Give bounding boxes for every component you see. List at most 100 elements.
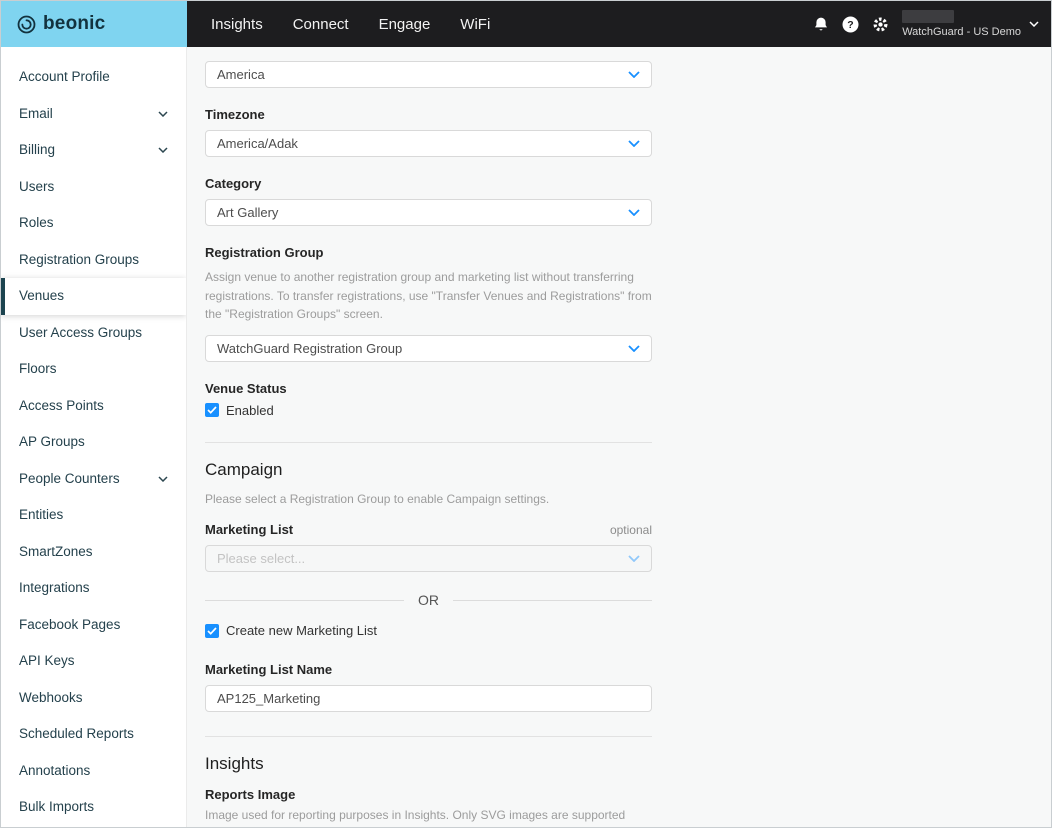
- notifications-bell-icon[interactable]: [812, 16, 829, 33]
- redacted-org-name: [902, 10, 954, 23]
- sidebar-item-entities[interactable]: Entities: [1, 497, 186, 534]
- chevron-down-icon: [628, 555, 640, 562]
- settings-gear-icon[interactable]: [872, 16, 889, 33]
- timezone-select-value: America/Adak: [217, 136, 298, 151]
- chevron-down-icon: [628, 209, 640, 216]
- chevron-down-icon: [158, 476, 168, 482]
- account-menu[interactable]: WatchGuard - US Demo: [902, 10, 1039, 38]
- sidebar-item-label: SmartZones: [19, 544, 93, 561]
- marketing-list-label-row: Marketing List optional: [205, 522, 652, 537]
- sidebar-item-user-access-groups[interactable]: User Access Groups: [1, 315, 186, 352]
- account-chevron-down-icon: [1029, 21, 1039, 27]
- settings-sidebar: Account Profile Email Billing Users Roles Reg…: [1, 47, 187, 827]
- sidebar-item-label: Facebook Pages: [19, 617, 120, 634]
- sidebar-item-annotations[interactable]: Annotations: [1, 753, 186, 790]
- page-body: Account Profile Email Billing Users Roles Reg…: [1, 47, 1051, 827]
- category-select[interactable]: Art Gallery: [205, 199, 652, 226]
- nav-engage[interactable]: Engage: [379, 16, 431, 33]
- sidebar-item-api-keys[interactable]: API Keys: [1, 643, 186, 680]
- topbar: beonic Insights Connect Engage WiFi ? Watch…: [1, 1, 1051, 47]
- checkbox-checked-icon: [205, 403, 219, 417]
- sidebar-item-smartzones[interactable]: SmartZones: [1, 534, 186, 571]
- sidebar-item-access-points[interactable]: Access Points: [1, 388, 186, 425]
- brand-logo[interactable]: beonic: [1, 1, 187, 47]
- chevron-down-icon: [158, 111, 168, 117]
- category-label: Category: [205, 176, 652, 191]
- nav-insights[interactable]: Insights: [211, 16, 263, 33]
- campaign-heading: Campaign: [205, 460, 652, 480]
- chevron-down-icon: [158, 147, 168, 153]
- section-divider: [205, 442, 652, 443]
- sidebar-item-facebook-pages[interactable]: Facebook Pages: [1, 607, 186, 644]
- reports-image-label: Reports Image: [205, 787, 652, 802]
- chevron-down-icon: [628, 140, 640, 147]
- sidebar-item-label: People Counters: [19, 471, 120, 488]
- or-divider: OR: [205, 592, 652, 608]
- region-select-value: America: [217, 67, 265, 82]
- sidebar-item-label: Webhooks: [19, 690, 83, 707]
- timezone-select[interactable]: America/Adak: [205, 130, 652, 157]
- sidebar-item-email[interactable]: Email: [1, 96, 186, 133]
- nav-connect[interactable]: Connect: [293, 16, 349, 33]
- venue-status-checkbox[interactable]: Enabled: [205, 403, 652, 418]
- timezone-label: Timezone: [205, 107, 652, 122]
- svg-text:?: ?: [847, 19, 853, 31]
- sidebar-item-label: API Keys: [19, 653, 75, 670]
- sidebar-item-registration-groups[interactable]: Registration Groups: [1, 242, 186, 279]
- marketing-list-placeholder: Please select...: [217, 551, 305, 566]
- sidebar-item-label: Users: [19, 179, 54, 196]
- sidebar-item-billing[interactable]: Billing: [1, 132, 186, 169]
- sidebar-item-label: Access Points: [19, 398, 104, 415]
- registration-group-label: Registration Group: [205, 245, 652, 260]
- topbar-right: ? WatchGuard - US Demo: [812, 10, 1051, 38]
- marketing-list-name-label: Marketing List Name: [205, 662, 652, 677]
- sidebar-item-label: Venues: [19, 288, 64, 305]
- marketing-list-select[interactable]: Please select...: [205, 545, 652, 572]
- sidebar-item-label: Bulk Imports: [19, 799, 94, 816]
- marketing-list-name-input[interactable]: [205, 685, 652, 712]
- sidebar-item-venues[interactable]: Venues: [1, 278, 186, 315]
- marketing-list-label: Marketing List: [205, 522, 293, 537]
- sidebar-item-label: Roles: [19, 215, 54, 232]
- create-marketing-list-label: Create new Marketing List: [226, 623, 377, 638]
- sidebar-item-label: Email: [19, 106, 53, 123]
- category-select-value: Art Gallery: [217, 205, 278, 220]
- chevron-down-icon: [628, 345, 640, 352]
- nav-wifi[interactable]: WiFi: [460, 16, 490, 33]
- sidebar-item-label: Integrations: [19, 580, 90, 597]
- chevron-down-icon: [628, 71, 640, 78]
- sidebar-item-users[interactable]: Users: [1, 169, 186, 206]
- account-name: WatchGuard - US Demo: [902, 26, 1021, 38]
- sidebar-item-ap-groups[interactable]: AP Groups: [1, 424, 186, 461]
- registration-group-select[interactable]: WatchGuard Registration Group: [205, 335, 652, 362]
- sidebar-item-label: Registration Groups: [19, 252, 139, 269]
- sidebar-item-label: Scheduled Reports: [19, 726, 134, 743]
- beonic-logo-icon: [17, 15, 36, 34]
- sidebar-item-bulk-imports[interactable]: Bulk Imports: [1, 789, 186, 826]
- sidebar-item-label: Entities: [19, 507, 63, 524]
- divider-line: [453, 600, 652, 601]
- app-root: beonic Insights Connect Engage WiFi ? Watch…: [0, 0, 1052, 828]
- sidebar-item-label: Account Profile: [19, 69, 110, 86]
- sidebar-item-people-counters[interactable]: People Counters: [1, 461, 186, 498]
- region-select[interactable]: America: [205, 61, 652, 88]
- sidebar-item-label: User Access Groups: [19, 325, 142, 342]
- sidebar-item-label: AP Groups: [19, 434, 85, 451]
- venue-status-label: Venue Status: [205, 381, 652, 396]
- sidebar-item-roles[interactable]: Roles: [1, 205, 186, 242]
- sidebar-item-account-profile[interactable]: Account Profile: [1, 59, 186, 96]
- sidebar-item-integrations[interactable]: Integrations: [1, 570, 186, 607]
- main-content: America Timezone America/Adak Category A…: [187, 47, 1051, 827]
- or-label: OR: [418, 592, 439, 608]
- sidebar-item-floors[interactable]: Floors: [1, 351, 186, 388]
- create-marketing-list-checkbox[interactable]: Create new Marketing List: [205, 623, 652, 638]
- sidebar-item-label: Floors: [19, 361, 57, 378]
- sidebar-item-webhooks[interactable]: Webhooks: [1, 680, 186, 717]
- sidebar-item-scheduled-reports[interactable]: Scheduled Reports: [1, 716, 186, 753]
- registration-group-select-value: WatchGuard Registration Group: [217, 341, 402, 356]
- optional-badge: optional: [610, 523, 652, 537]
- help-icon[interactable]: ?: [842, 16, 859, 33]
- checkbox-checked-icon: [205, 624, 219, 638]
- insights-heading: Insights: [205, 754, 652, 774]
- divider-line: [205, 600, 404, 601]
